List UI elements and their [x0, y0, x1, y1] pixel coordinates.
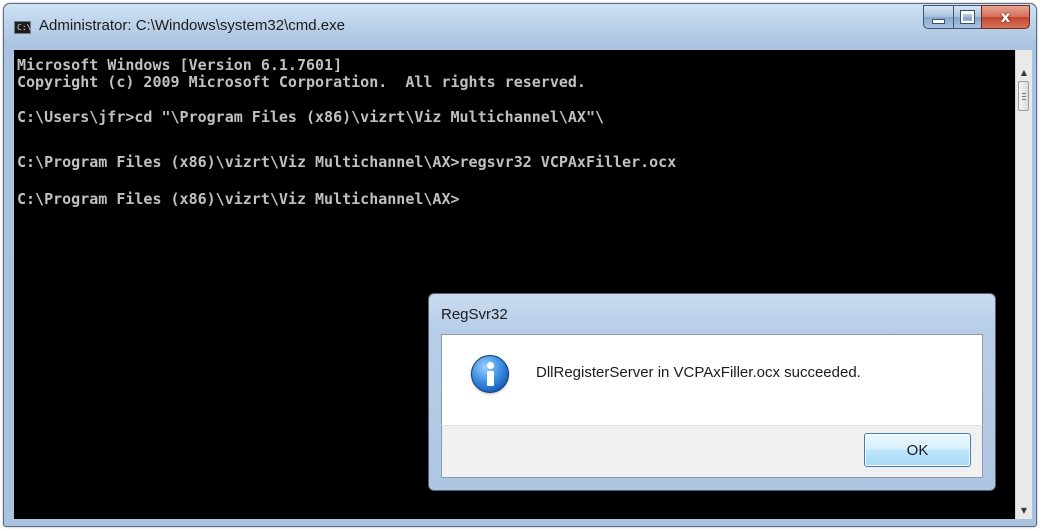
close-button[interactable]: x [981, 5, 1030, 29]
grip-line [1022, 93, 1026, 94]
close-icon: x [1000, 8, 1011, 26]
dialog-title: RegSvr32 [441, 306, 508, 323]
console-line: C:\Program Files (x86)\vizrt\Viz Multich… [17, 190, 460, 208]
console-line: C:\Program Files (x86)\vizrt\Viz Multich… [17, 153, 677, 171]
console-line: Microsoft Windows [Version 6.1.7601] [17, 56, 343, 74]
grip-line [1022, 96, 1026, 97]
grip-line [1022, 99, 1026, 100]
dialog-message: DllRegisterServer in VCPAxFiller.ocx suc… [536, 364, 861, 381]
title-bar[interactable]: C:\ Administrator: C:\Windows\system32\c… [4, 4, 1036, 48]
scroll-thumb[interactable] [1018, 81, 1029, 111]
minimize-button[interactable] [923, 5, 953, 29]
cmd-console-icon[interactable]: C:\ [14, 21, 31, 34]
info-dot [487, 362, 494, 369]
caption-buttons: x [923, 5, 1030, 29]
maximize-button[interactable] [953, 5, 981, 29]
regsvr32-dialog: RegSvr32 DllRegisterServer in VCPAxFille… [428, 293, 996, 491]
information-icon [471, 355, 509, 393]
vertical-scrollbar[interactable]: ▲ ▼ [1015, 50, 1032, 519]
ok-button[interactable]: OK [864, 433, 971, 467]
info-stem [487, 371, 494, 386]
maximize-icon [961, 11, 974, 23]
console-line: C:\Users\jfr>cd "\Program Files (x86)\vi… [17, 108, 604, 126]
window-title: Administrator: C:\Windows\system32\cmd.e… [39, 17, 345, 34]
console-line: Copyright (c) 2009 Microsoft Corporation… [17, 73, 586, 91]
scroll-down-arrow-icon[interactable]: ▼ [1016, 502, 1032, 519]
minimize-icon [932, 18, 945, 24]
scroll-up-arrow-icon[interactable]: ▲ [1016, 64, 1032, 81]
dialog-body: DllRegisterServer in VCPAxFiller.ocx suc… [441, 334, 983, 425]
dialog-footer: OK [441, 425, 983, 478]
